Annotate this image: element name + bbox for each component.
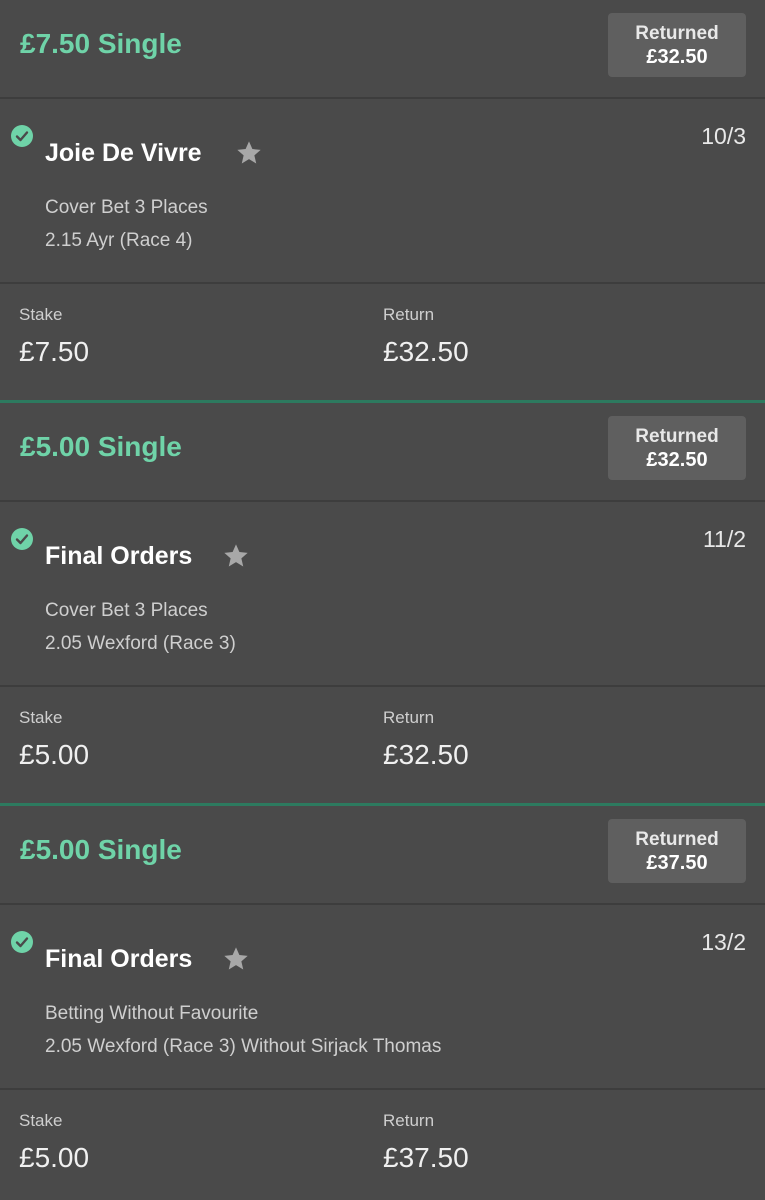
event-name: 2.15 Ayr (Race 4) [45, 230, 193, 251]
returned-amount: £37.50 [646, 852, 708, 874]
star-icon[interactable] [222, 542, 250, 570]
stake-value: £5.00 [19, 739, 90, 770]
stake-column: Stake £5.00 [19, 707, 89, 771]
returned-label: Returned [635, 23, 719, 44]
market-name: Cover Bet 3 Places [45, 197, 208, 218]
selection-name: Final Orders [45, 542, 193, 570]
selection-details: Final Orders 13/2 Betting Without Favour… [0, 905, 765, 1090]
event-name: 2.05 Wexford (Race 3) Without Sirjack Th… [45, 1036, 442, 1057]
return-value: £32.50 [383, 336, 469, 367]
odds: 10/3 [701, 123, 746, 149]
bet-header: £5.00 Single Returned £32.50 [0, 403, 765, 502]
return-label: Return [383, 305, 435, 324]
odds: 11/2 [702, 526, 746, 552]
bet-title: £5.00 Single [20, 834, 182, 865]
check-circle-icon [11, 528, 33, 550]
odds: 13/2 [701, 929, 746, 955]
stake-column: Stake £7.50 [19, 304, 89, 368]
stake-label: Stake [19, 305, 63, 324]
returned-label: Returned [635, 426, 719, 447]
returned-badge: Returned £32.50 [608, 416, 746, 480]
returned-amount: £32.50 [646, 449, 708, 471]
return-label: Return [383, 708, 435, 727]
stake-label: Stake [19, 708, 63, 727]
return-column: Return £32.50 [383, 707, 469, 771]
market-name: Betting Without Favourite [45, 1003, 259, 1024]
market-name: Cover Bet 3 Places [45, 600, 208, 621]
bet-card[interactable]: £7.50 Single Returned £32.50 Joie De Viv… [0, 0, 765, 403]
selection-details: Final Orders 11/2 Cover Bet 3 Places 2.0… [0, 502, 765, 687]
bet-title: £5.00 Single [20, 431, 182, 462]
event-name: 2.05 Wexford (Race 3) [45, 633, 236, 654]
check-circle-icon [11, 125, 33, 147]
return-label: Return [383, 1111, 435, 1130]
star-icon[interactable] [222, 945, 250, 973]
return-value: £37.50 [383, 1142, 469, 1173]
bet-header: £7.50 Single Returned £32.50 [0, 0, 765, 99]
return-column: Return £37.50 [383, 1110, 469, 1174]
stake-return-row: Stake £7.50 Return £32.50 [0, 284, 765, 402]
stake-return-row: Stake £5.00 Return £37.50 [0, 1090, 765, 1200]
stake-return-row: Stake £5.00 Return £32.50 [0, 687, 765, 805]
returned-badge: Returned £32.50 [608, 13, 746, 77]
selection-name: Joie De Vivre [45, 139, 202, 167]
returned-amount: £32.50 [646, 46, 708, 68]
stake-value: £5.00 [19, 1142, 90, 1173]
returned-badge: Returned £37.50 [608, 819, 746, 883]
selection-details: Joie De Vivre 10/3 Cover Bet 3 Places 2.… [0, 99, 765, 284]
stake-value: £7.50 [19, 336, 90, 367]
return-column: Return £32.50 [383, 304, 469, 368]
bet-header: £5.00 Single Returned £37.50 [0, 806, 765, 905]
selection-name: Final Orders [45, 945, 193, 973]
stake-label: Stake [19, 1111, 63, 1130]
return-value: £32.50 [383, 739, 469, 770]
bet-card[interactable]: £5.00 Single Returned £37.50 Final Order… [0, 806, 765, 1200]
check-circle-icon [11, 931, 33, 953]
returned-label: Returned [635, 829, 719, 850]
bet-title: £7.50 Single [20, 28, 182, 59]
stake-column: Stake £5.00 [19, 1110, 89, 1174]
bet-card[interactable]: £5.00 Single Returned £32.50 Final Order… [0, 403, 765, 806]
star-icon[interactable] [235, 139, 263, 167]
